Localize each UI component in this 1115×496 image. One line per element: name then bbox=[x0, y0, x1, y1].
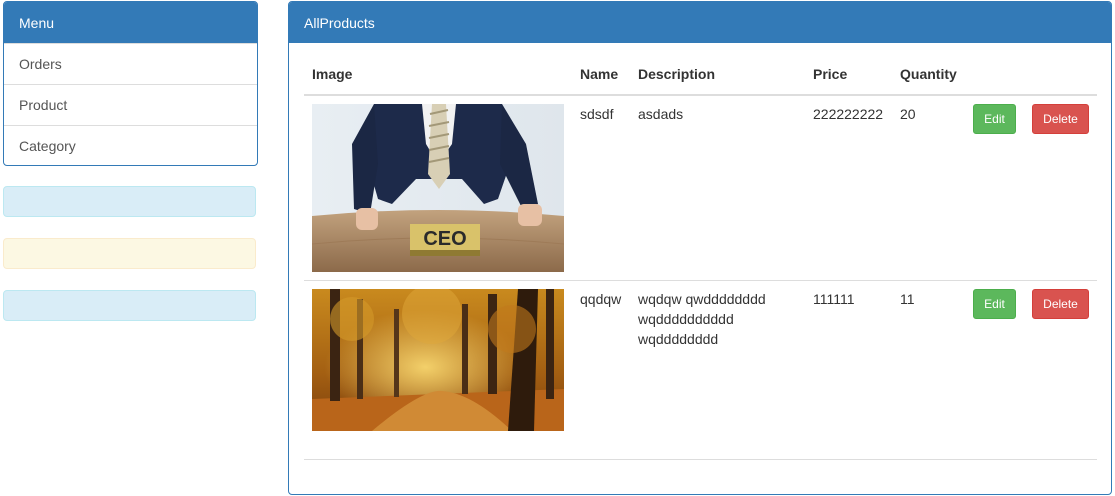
edit-button[interactable]: Edit bbox=[973, 289, 1016, 319]
product-description-line: asdads bbox=[638, 106, 684, 122]
nameplate-text: CEO bbox=[423, 228, 466, 250]
product-name: qqdqw bbox=[580, 291, 622, 307]
product-quantity: 20 bbox=[900, 106, 916, 122]
column-header-description: Description bbox=[638, 66, 716, 82]
column-header-price: Price bbox=[813, 66, 848, 82]
sidebar-item-product[interactable]: Product bbox=[4, 84, 257, 125]
product-description-line: wqdddddddd bbox=[638, 331, 719, 347]
header-divider bbox=[304, 94, 1097, 96]
menu-heading: Menu bbox=[4, 2, 257, 43]
info-alert-box bbox=[3, 186, 256, 217]
product-name: sdsdf bbox=[580, 106, 614, 122]
product-description-line: wqdddddddddd bbox=[638, 311, 734, 327]
page-title: AllProducts bbox=[289, 2, 1111, 43]
column-header-quantity: Quantity bbox=[900, 66, 957, 82]
column-header-name: Name bbox=[580, 66, 619, 82]
product-price: 222222222 bbox=[813, 106, 884, 122]
sidebar-item-orders[interactable]: Orders bbox=[4, 43, 257, 84]
delete-button[interactable]: Delete bbox=[1032, 289, 1089, 319]
autumn-forest-photo-icon bbox=[312, 289, 564, 431]
sidebar-item-category[interactable]: Category bbox=[4, 125, 257, 165]
product-quantity: 11 bbox=[900, 291, 915, 307]
delete-button[interactable]: Delete bbox=[1032, 104, 1089, 134]
row-divider bbox=[304, 280, 1097, 281]
row-divider bbox=[304, 459, 1097, 460]
edit-button[interactable]: Edit bbox=[973, 104, 1016, 134]
product-price: 111111 bbox=[813, 291, 855, 307]
sidebar-menu-panel: Menu Orders Product Category bbox=[3, 1, 258, 166]
warning-alert-box bbox=[3, 238, 256, 269]
column-header-image: Image bbox=[312, 66, 353, 82]
info-alert-box-2 bbox=[3, 290, 256, 321]
product-description-line: wqdqw qwdddddddd bbox=[638, 291, 766, 307]
ceo-photo-icon: CEO bbox=[312, 104, 564, 272]
